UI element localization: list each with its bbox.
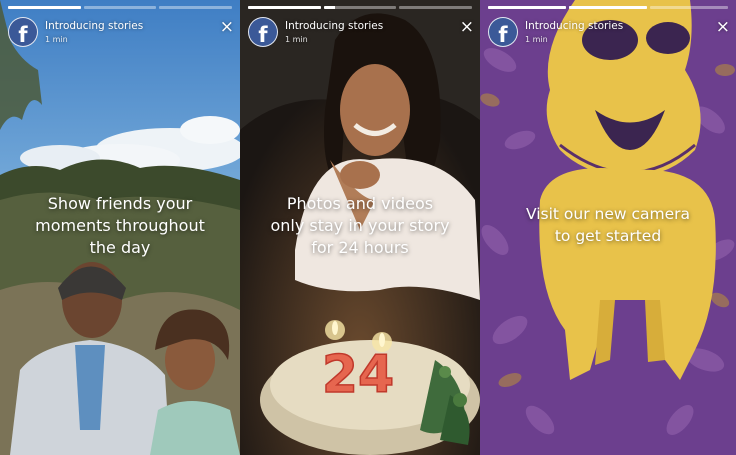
story-1-header: f Introducing stories 1 min × <box>8 15 234 49</box>
story-3-header: f Introducing stories 1 min × <box>488 15 730 49</box>
caption-line: only stay in your story <box>270 216 450 235</box>
progress-segment <box>488 6 566 9</box>
story-title: Introducing stories <box>525 20 624 32</box>
progress-segment <box>83 6 157 9</box>
progress-segment <box>248 6 321 9</box>
story-3-caption: Visit our new camera to get started <box>490 203 726 247</box>
close-icon[interactable]: × <box>220 19 234 36</box>
caption-line: Show friends your <box>47 194 193 213</box>
facebook-logo-icon[interactable]: f <box>8 17 38 47</box>
caption-line: moments throughout <box>35 216 205 235</box>
caption-line: the day <box>89 238 151 257</box>
caption-line: Visit our new camera <box>525 205 691 223</box>
stories-strip: f Introducing stories 1 min × Show frien… <box>0 0 736 455</box>
progress-segment <box>399 6 473 9</box>
caption-line: for 24 hours <box>311 238 409 257</box>
progress-segment <box>8 6 81 9</box>
story-2-header: f Introducing stories 1 min × <box>248 15 474 49</box>
close-icon[interactable]: × <box>716 19 730 36</box>
story-time: 1 min <box>45 35 68 44</box>
progress-segment <box>159 6 233 9</box>
story-2-caption: Photos and videos only stay in your stor… <box>250 193 470 259</box>
story-2-progress <box>248 6 473 9</box>
close-icon[interactable]: × <box>460 19 474 36</box>
facebook-logo-icon[interactable]: f <box>488 17 518 47</box>
caption-line: to get started <box>554 227 662 245</box>
story-time: 1 min <box>285 35 308 44</box>
facebook-logo-icon[interactable]: f <box>248 17 278 47</box>
story-panel-1[interactable]: f Introducing stories 1 min × Show frien… <box>0 0 240 455</box>
progress-segment <box>650 6 728 9</box>
progress-segment <box>569 6 647 9</box>
story-panel-3[interactable]: f Introducing stories 1 min × Visit our … <box>480 0 736 455</box>
story-1-progress <box>8 6 233 9</box>
story-3-progress <box>488 6 728 9</box>
story-time: 1 min <box>525 35 548 44</box>
story-1-caption: Show friends your moments throughout the… <box>10 193 230 259</box>
story-panel-2[interactable]: 24 f Introducing stories 1 min × Photos … <box>240 0 480 455</box>
cake-candles-number: 24 <box>322 345 394 405</box>
caption-line: Photos and videos <box>286 194 434 213</box>
story-title: Introducing stories <box>45 20 144 32</box>
story-title: Introducing stories <box>285 20 384 32</box>
progress-segment <box>323 6 397 9</box>
